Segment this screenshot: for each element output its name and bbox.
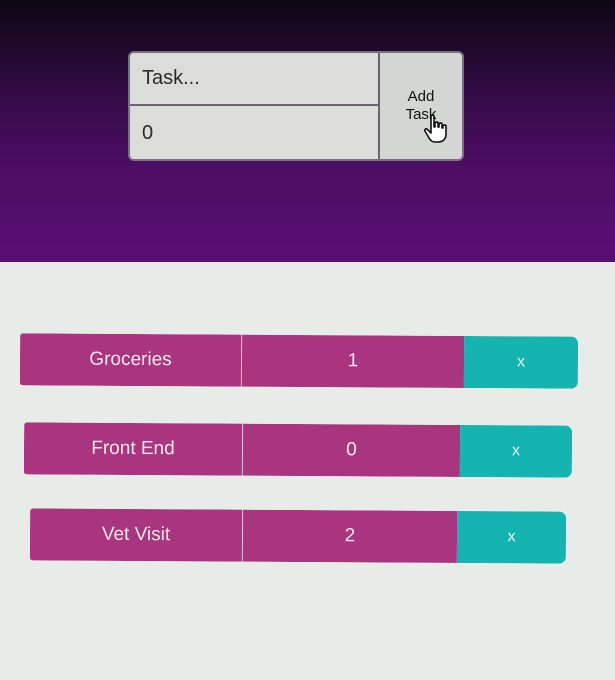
header-banner: Add Task (0, 0, 615, 262)
task-name-input[interactable] (130, 53, 380, 106)
task-row: Vet Visit 2 x (29, 508, 567, 564)
add-task-form: Add Task (128, 51, 464, 161)
task-row: Groceries 1 x (19, 333, 579, 389)
task-count: 1 (241, 334, 465, 389)
task-count-input[interactable] (130, 107, 380, 159)
task-list: Groceries 1 x Front End 0 x Vet Visit 2 … (0, 262, 615, 680)
task-name: Front End (23, 422, 244, 476)
delete-task-button[interactable]: x (459, 424, 573, 478)
task-count: 0 (242, 423, 461, 477)
task-name: Groceries (19, 333, 243, 387)
add-task-button[interactable]: Add Task (378, 53, 462, 159)
delete-task-button[interactable]: x (456, 510, 567, 564)
delete-task-button[interactable]: x (463, 336, 579, 389)
hand-pointer-icon (424, 114, 447, 143)
task-count: 2 (242, 509, 458, 563)
task-row: Front End 0 x (23, 422, 573, 478)
task-name: Vet Visit (29, 508, 244, 562)
